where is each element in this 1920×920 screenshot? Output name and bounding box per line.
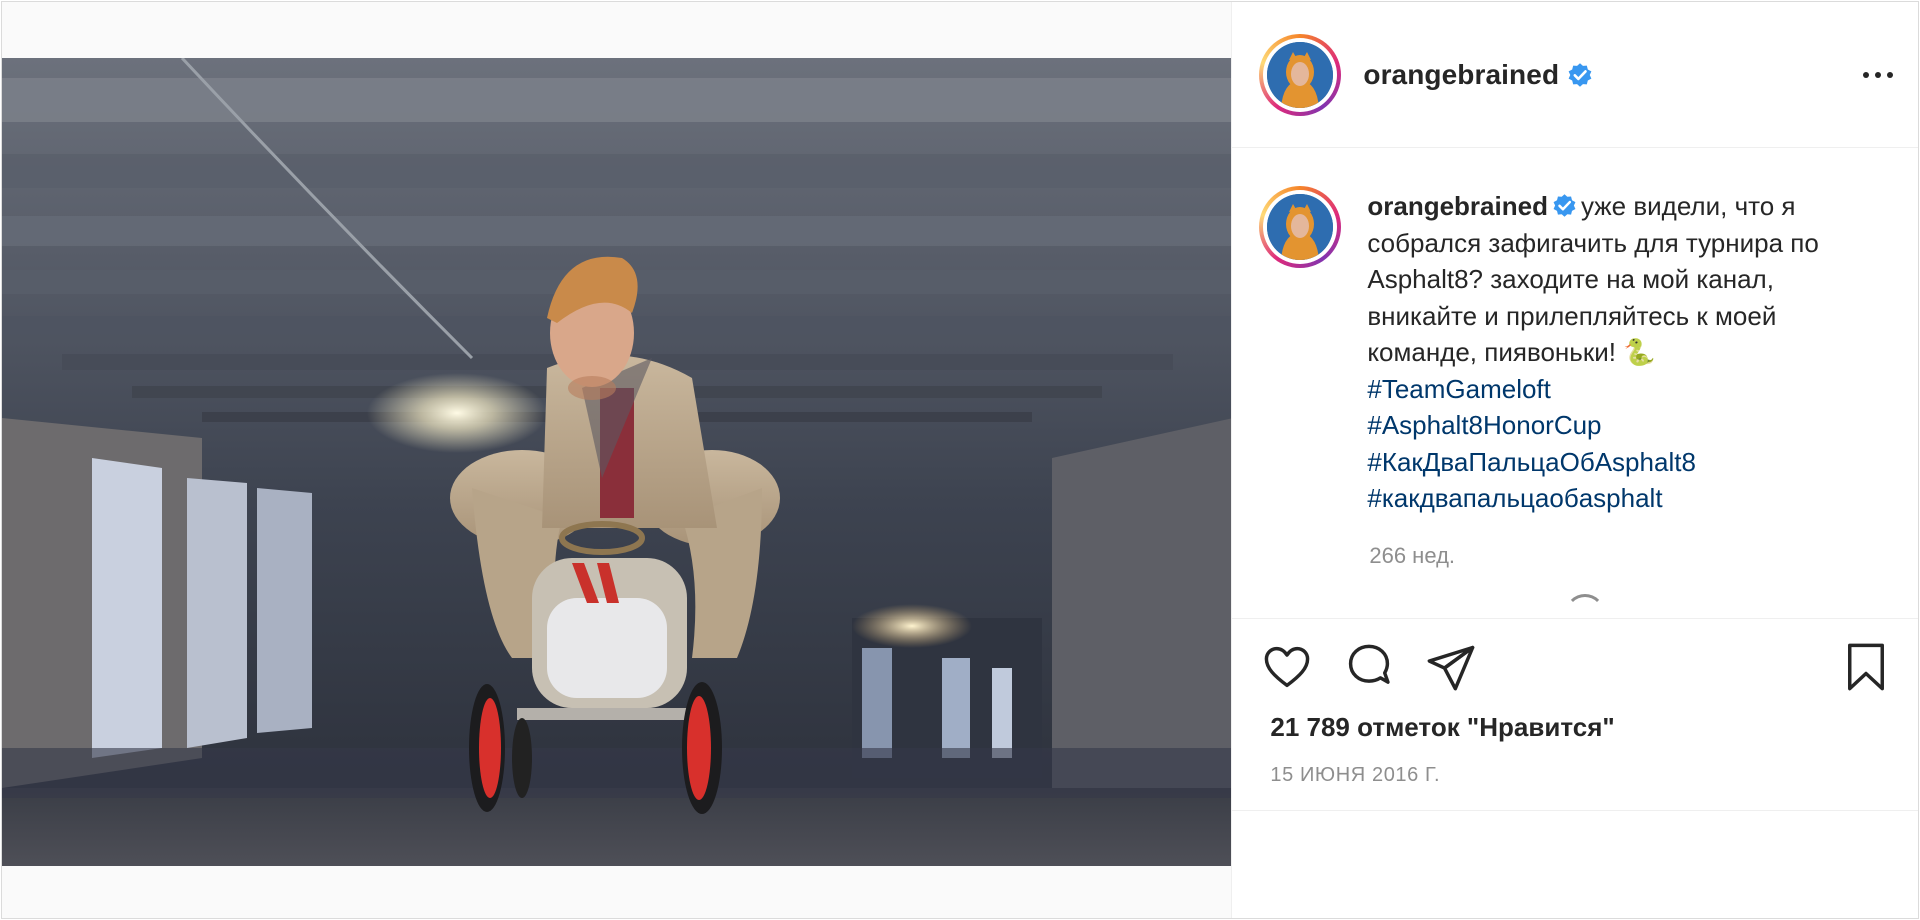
- comment-button[interactable]: [1341, 639, 1397, 695]
- verified-badge-icon: [1568, 62, 1592, 87]
- bookmark-icon: [1848, 643, 1884, 691]
- post-actions-section: 21 789 отметок "Нравится" 15 ИЮНЯ 2016 Г…: [1232, 618, 1918, 810]
- caption-avatar[interactable]: [1259, 186, 1342, 268]
- avatar-photo: [1267, 41, 1334, 108]
- save-button[interactable]: [1838, 639, 1894, 695]
- comment-bubble-icon: [1349, 644, 1391, 684]
- post-date[interactable]: 15 ИЮНЯ 2016 Г.: [1270, 764, 1440, 787]
- caption-username[interactable]: orangebrained: [1367, 191, 1548, 221]
- author-avatar[interactable]: [1259, 33, 1342, 116]
- verified-badge-icon: [1553, 194, 1576, 217]
- like-button[interactable]: [1259, 639, 1315, 695]
- instagram-post: orangebrained orangebrained уже видели, …: [1, 1, 1919, 919]
- likes-count[interactable]: 21 789 отметок "Нравится": [1270, 712, 1614, 743]
- post-header: orangebrained: [1232, 2, 1918, 148]
- hashtag-link[interactable]: #Asphalt8HonorCup: [1367, 410, 1601, 440]
- caption-text: orangebrained уже видели, что я собрался…: [1367, 188, 1887, 517]
- avatar-photo: [1267, 194, 1334, 260]
- paper-plane-icon: [1427, 645, 1475, 691]
- hashtag-link[interactable]: #КакДваПальцаОбAsphalt8: [1367, 447, 1696, 477]
- info-bottom-spacer: [1232, 811, 1918, 918]
- more-options-icon[interactable]: [1860, 60, 1896, 90]
- post-media-panel: [2, 2, 1233, 918]
- comments-section: orangebrained уже видели, что я собрался…: [1232, 148, 1918, 618]
- author-username[interactable]: orangebrained: [1363, 59, 1559, 91]
- hashtag-link[interactable]: #какдвапальцаобasphalt: [1367, 483, 1662, 513]
- loading-spinner-icon: [1565, 594, 1606, 618]
- post-info-panel: orangebrained orangebrained уже видели, …: [1232, 2, 1918, 918]
- caption: orangebrained уже видели, что я собрался…: [1259, 186, 1894, 517]
- post-photo-image: [2, 58, 1232, 866]
- caption-timestamp[interactable]: 266 нед.: [1369, 543, 1894, 569]
- share-button[interactable]: [1423, 639, 1479, 695]
- action-bar: [1259, 639, 1894, 695]
- heart-icon: [1265, 646, 1310, 688]
- hashtag-link[interactable]: #TeamGameloft: [1367, 374, 1551, 404]
- post-photo[interactable]: [2, 58, 1232, 866]
